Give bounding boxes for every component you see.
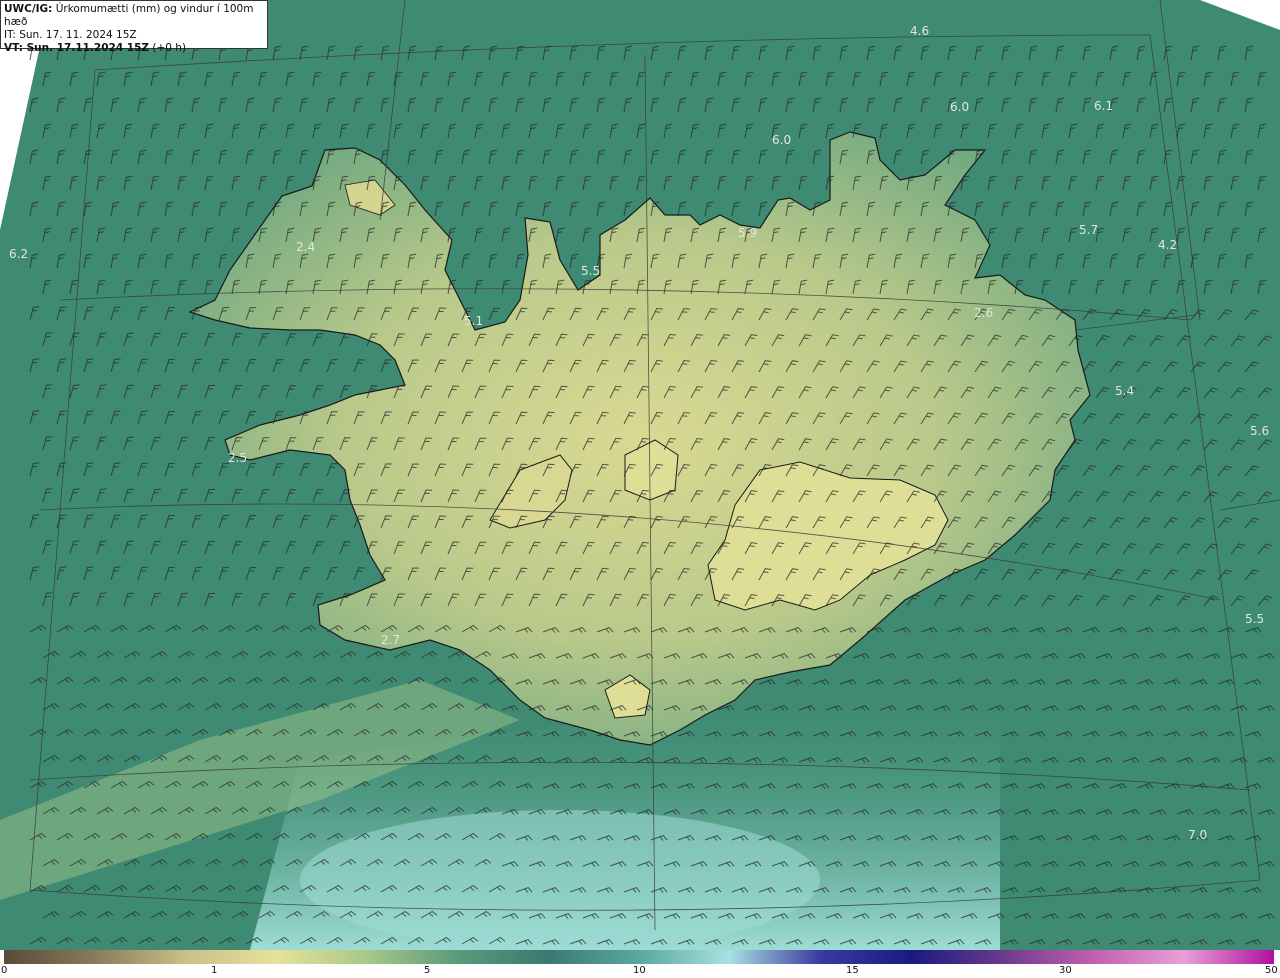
map-header: UWC/IG: Úrkomumætti (mm) og vindur í 100…	[0, 0, 268, 54]
colorbar-tick: 50	[1265, 965, 1278, 976]
precipitation-colorbar: 0 1 5 10 15 30 50	[0, 950, 1280, 978]
value-label: 6.1	[1094, 99, 1114, 113]
value-label: 2.6	[974, 306, 994, 320]
value-label: 5.1	[464, 314, 484, 328]
colorbar-tick: 30	[1059, 965, 1072, 976]
colorbar-tick: 10	[633, 965, 646, 976]
value-label: 6.0	[772, 133, 792, 147]
value-label: 5.9	[738, 226, 758, 240]
value-label: 6.0	[950, 100, 970, 114]
colorbar-tick: 15	[846, 965, 859, 976]
value-label: 5.5	[581, 264, 601, 278]
value-label: 5.4	[1115, 384, 1135, 398]
value-label: 7.0	[1188, 828, 1208, 842]
model-code: UWC/IG:	[4, 3, 53, 15]
value-label: 2.7	[381, 633, 401, 647]
colorbar-tick: 5	[424, 965, 431, 976]
value-label: 6.2	[9, 247, 29, 261]
value-label: 4.2	[1158, 238, 1178, 252]
colorbar-tick: 1	[211, 965, 218, 976]
value-label: 2.4	[296, 240, 316, 254]
colorbar-tick: 0	[1, 965, 8, 976]
value-label: 2.5	[228, 451, 248, 465]
value-label: 5.7	[1079, 223, 1099, 237]
precipitation-wind-map	[0, 0, 1280, 950]
valid-offset: (+0 h)	[152, 42, 187, 54]
colorbar-gradient	[4, 950, 1274, 964]
value-label: 5.6	[1250, 424, 1270, 438]
value-label: 5.5	[1245, 612, 1265, 626]
value-label: 4.6	[910, 24, 930, 38]
init-time: IT: Sun. 17. 11. 2024 15Z	[4, 29, 137, 41]
valid-time: VT: Sun. 17.11.2024 15Z	[4, 42, 150, 54]
